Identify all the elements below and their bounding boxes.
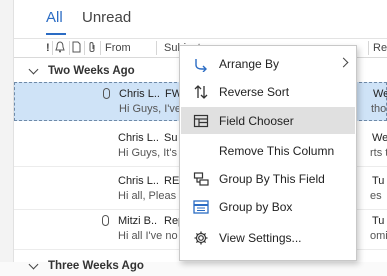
document-icon	[72, 41, 81, 53]
arrange-by-icon	[195, 59, 207, 72]
reminder-column-header[interactable]	[55, 41, 65, 55]
row-received: Tu	[372, 215, 385, 227]
menu-item-label: Remove This Column	[219, 144, 335, 158]
menu-item-label: Reverse Sort	[219, 85, 290, 99]
row-received: We	[372, 132, 387, 144]
attachment-column-header[interactable]	[88, 41, 96, 55]
chevron-down-icon[interactable]	[28, 64, 39, 75]
menu-item-reverse-sort[interactable]: Reverse Sort	[181, 78, 355, 105]
row-preview-tail: those	[371, 103, 387, 115]
received-column-header[interactable]: Re	[373, 41, 387, 55]
group-by-box-icon	[193, 200, 209, 214]
menu-item-label: Arrange By	[219, 57, 280, 71]
menu-item-group-by-box[interactable]: Group by Box	[181, 193, 355, 220]
reverse-sort-icon	[194, 85, 208, 99]
column-divider	[156, 41, 157, 55]
paperclip-icon	[89, 42, 95, 52]
group-label: Two Weeks Ago	[48, 65, 135, 77]
menu-item-group-by-field[interactable]: Group By This Field	[181, 165, 355, 192]
menu-item-arrange-by[interactable]: Arrange By	[181, 50, 355, 77]
column-divider	[69, 41, 70, 55]
importance-column-header[interactable]: !	[46, 41, 50, 55]
row-from: Mitzi B...	[118, 215, 158, 227]
bell-icon	[55, 41, 65, 53]
column-divider	[52, 41, 53, 55]
tab-all[interactable]: All	[46, 9, 63, 26]
row-preview-tail: rts that	[370, 147, 387, 159]
column-context-menu: Arrange By Reverse Sort Field Chooser Re…	[179, 45, 357, 261]
from-column-header[interactable]: From	[105, 41, 131, 55]
filter-tabs: All Unread	[14, 0, 387, 38]
column-divider	[368, 41, 369, 55]
paperclip-icon	[103, 88, 110, 99]
menu-item-view-settings[interactable]: View Settings...	[181, 224, 355, 251]
menu-item-label: View Settings...	[219, 231, 302, 245]
column-divider	[84, 41, 85, 55]
active-tab-indicator	[46, 33, 66, 35]
icon-column-header[interactable]	[72, 41, 81, 55]
chevron-down-icon[interactable]	[28, 259, 39, 270]
folder-pane-edge	[0, 0, 14, 262]
chevron-right-icon	[338, 57, 349, 68]
row-from: Chris L...	[118, 175, 158, 187]
paperclip-icon	[102, 215, 109, 226]
menu-item-label: Field Chooser	[219, 114, 294, 128]
row-from: Chris L...	[119, 88, 159, 100]
menu-item-remove-column[interactable]: Remove This Column	[181, 137, 355, 164]
row-preview-tail: es	[370, 190, 382, 202]
row-received: We	[373, 88, 387, 100]
row-from: Chris L...	[118, 132, 158, 144]
column-divider	[100, 41, 101, 55]
row-preview-tail: oming	[370, 230, 387, 242]
menu-item-field-chooser[interactable]: Field Chooser	[181, 107, 355, 134]
menu-item-label: Group By This Field	[219, 172, 325, 186]
row-received: Tu	[372, 175, 385, 187]
view-settings-icon	[194, 231, 208, 245]
group-by-field-icon	[193, 172, 209, 186]
menu-item-label: Group by Box	[219, 200, 293, 214]
tab-unread[interactable]: Unread	[82, 9, 131, 26]
field-chooser-icon	[193, 114, 209, 128]
